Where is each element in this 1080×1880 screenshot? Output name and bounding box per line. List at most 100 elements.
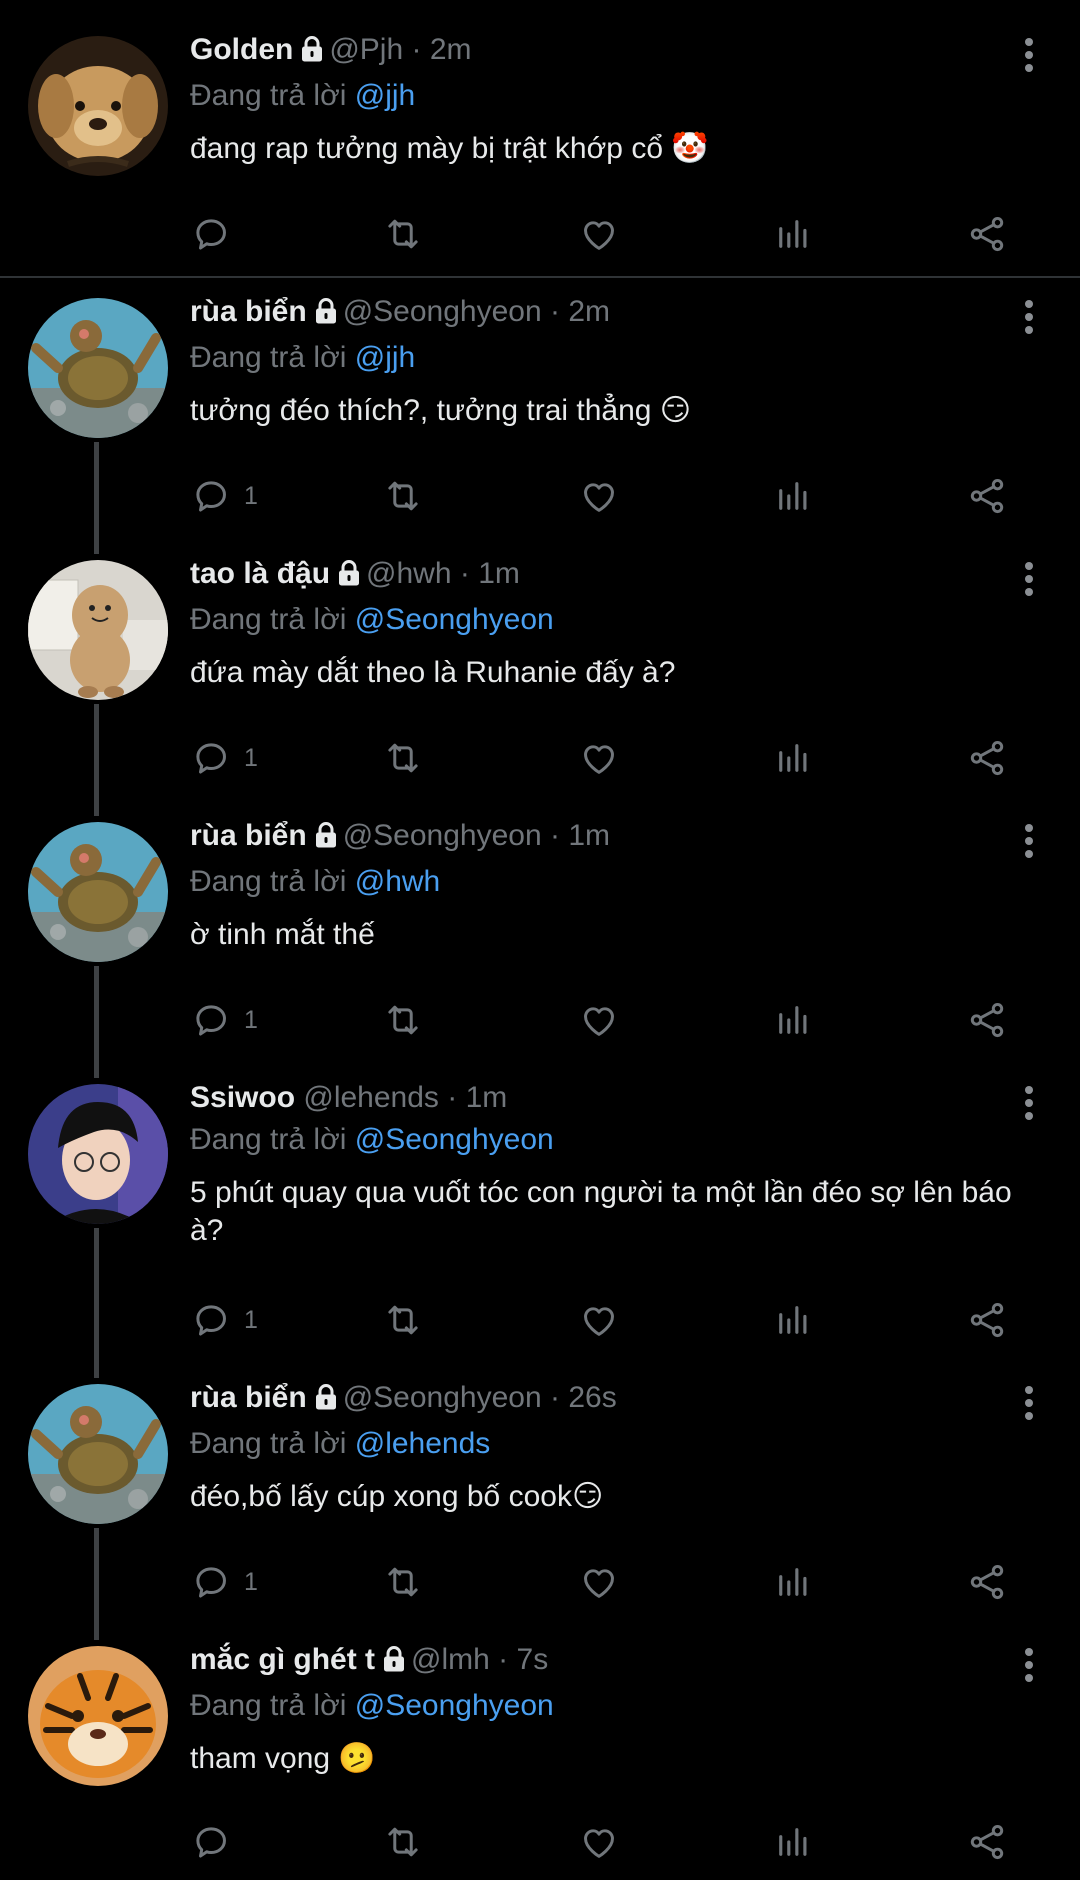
- retweet-button[interactable]: [382, 1298, 424, 1342]
- retweet-button[interactable]: [382, 1560, 424, 1604]
- display-name[interactable]: rùa biển: [190, 1381, 307, 1414]
- more-options-icon[interactable]: [1024, 1648, 1034, 1682]
- username[interactable]: @hwh: [366, 557, 452, 590]
- thread-line: [94, 966, 99, 1078]
- avatar[interactable]: [28, 298, 168, 438]
- like-button[interactable]: [578, 998, 620, 1042]
- mention-link[interactable]: @lehends: [355, 1427, 491, 1460]
- avatar[interactable]: [28, 822, 168, 962]
- timestamp[interactable]: 7s: [517, 1643, 549, 1676]
- username[interactable]: @Pjh: [329, 33, 403, 66]
- mention-link[interactable]: @Seonghyeon: [355, 1689, 554, 1722]
- reply-button[interactable]: 1: [190, 736, 258, 780]
- mention-link[interactable]: @hwh: [355, 865, 441, 898]
- username[interactable]: @lehends: [303, 1081, 439, 1114]
- share-icon: [966, 1561, 1008, 1603]
- display-name[interactable]: Golden: [190, 33, 293, 66]
- avatar[interactable]: [28, 1646, 168, 1786]
- retweet-icon: [382, 1821, 424, 1863]
- views-icon: [772, 737, 814, 779]
- share-icon: [966, 999, 1008, 1041]
- more-options-icon[interactable]: [1024, 1386, 1034, 1420]
- more-options-icon[interactable]: [1024, 824, 1034, 858]
- mention-link[interactable]: @jjh: [355, 79, 415, 112]
- like-button[interactable]: [578, 736, 620, 780]
- tweet-actions: 1: [190, 474, 1020, 522]
- replying-to: Đang trả lời @hwh: [190, 860, 1020, 904]
- views-button[interactable]: [772, 1298, 814, 1342]
- more-options-icon[interactable]: [1024, 1086, 1034, 1120]
- heart-icon: [578, 737, 620, 779]
- retweet-button[interactable]: [382, 474, 424, 518]
- views-button[interactable]: [772, 474, 814, 518]
- retweet-button[interactable]: [382, 736, 424, 780]
- avatar[interactable]: [28, 36, 168, 176]
- share-button[interactable]: [966, 212, 1008, 256]
- replying-to: Đang trả lời @jjh: [190, 74, 1020, 118]
- tweet-actions: [190, 212, 1020, 260]
- avatar[interactable]: [28, 1084, 168, 1224]
- replying-to: Đang trả lời @Seonghyeon: [190, 1684, 1020, 1728]
- replying-to: Đang trả lời @jjh: [190, 336, 1020, 380]
- share-button[interactable]: [966, 998, 1008, 1042]
- heart-icon: [578, 1561, 620, 1603]
- reply-button[interactable]: 1: [190, 1560, 258, 1604]
- tweet-actions: [190, 1820, 1020, 1868]
- reply-button[interactable]: [190, 212, 244, 256]
- share-button[interactable]: [966, 1560, 1008, 1604]
- like-button[interactable]: [578, 474, 620, 518]
- reply-button[interactable]: 1: [190, 474, 258, 518]
- reply-button[interactable]: 1: [190, 998, 258, 1042]
- avatar[interactable]: [28, 560, 168, 700]
- share-icon: [966, 213, 1008, 255]
- tweet-content: rùa biển @Seonghyeon · 26s Đang trả lời @…: [190, 1378, 1020, 1516]
- lock-icon: [336, 558, 362, 598]
- mention-link[interactable]: @Seonghyeon: [355, 1123, 554, 1156]
- timestamp[interactable]: 26s: [568, 1381, 616, 1414]
- retweet-icon: [382, 475, 424, 517]
- timestamp[interactable]: 2m: [568, 295, 610, 328]
- timestamp[interactable]: 2m: [430, 33, 472, 66]
- more-options-icon[interactable]: [1024, 38, 1034, 72]
- more-options-icon[interactable]: [1024, 562, 1034, 596]
- display-name[interactable]: mắc gì ghét t: [190, 1643, 375, 1676]
- separator: ·: [550, 1381, 560, 1414]
- like-button[interactable]: [578, 212, 620, 256]
- username[interactable]: @Seonghyeon: [343, 1381, 542, 1414]
- lock-icon: [313, 296, 339, 336]
- share-button[interactable]: [966, 1820, 1008, 1864]
- like-button[interactable]: [578, 1820, 620, 1864]
- more-options-icon[interactable]: [1024, 300, 1034, 334]
- reply-icon: [190, 475, 232, 517]
- views-button[interactable]: [772, 212, 814, 256]
- share-button[interactable]: [966, 1298, 1008, 1342]
- share-button[interactable]: [966, 736, 1008, 780]
- display-name[interactable]: tao là đậu: [190, 557, 330, 590]
- like-button[interactable]: [578, 1560, 620, 1604]
- like-button[interactable]: [578, 1298, 620, 1342]
- views-button[interactable]: [772, 998, 814, 1042]
- retweet-button[interactable]: [382, 212, 424, 256]
- reply-button[interactable]: 1: [190, 1298, 258, 1342]
- timestamp[interactable]: 1m: [568, 819, 610, 852]
- avatar[interactable]: [28, 1384, 168, 1524]
- timestamp[interactable]: 1m: [478, 557, 520, 590]
- views-button[interactable]: [772, 736, 814, 780]
- mention-link[interactable]: @Seonghyeon: [355, 603, 554, 636]
- heart-icon: [578, 1821, 620, 1863]
- share-button[interactable]: [966, 474, 1008, 518]
- display-name[interactable]: rùa biển: [190, 819, 307, 852]
- retweet-button[interactable]: [382, 998, 424, 1042]
- timestamp[interactable]: 1m: [466, 1081, 508, 1114]
- display-name[interactable]: rùa biển: [190, 295, 307, 328]
- retweet-button[interactable]: [382, 1820, 424, 1864]
- display-name[interactable]: Ssiwoo: [190, 1081, 295, 1114]
- username[interactable]: @lmh: [411, 1643, 490, 1676]
- tweet-header: rùa biển @Seonghyeon · 26s: [190, 1378, 1020, 1422]
- views-button[interactable]: [772, 1560, 814, 1604]
- reply-button[interactable]: [190, 1820, 244, 1864]
- views-button[interactable]: [772, 1820, 814, 1864]
- username[interactable]: @Seonghyeon: [343, 819, 542, 852]
- mention-link[interactable]: @jjh: [355, 341, 415, 374]
- username[interactable]: @Seonghyeon: [343, 295, 542, 328]
